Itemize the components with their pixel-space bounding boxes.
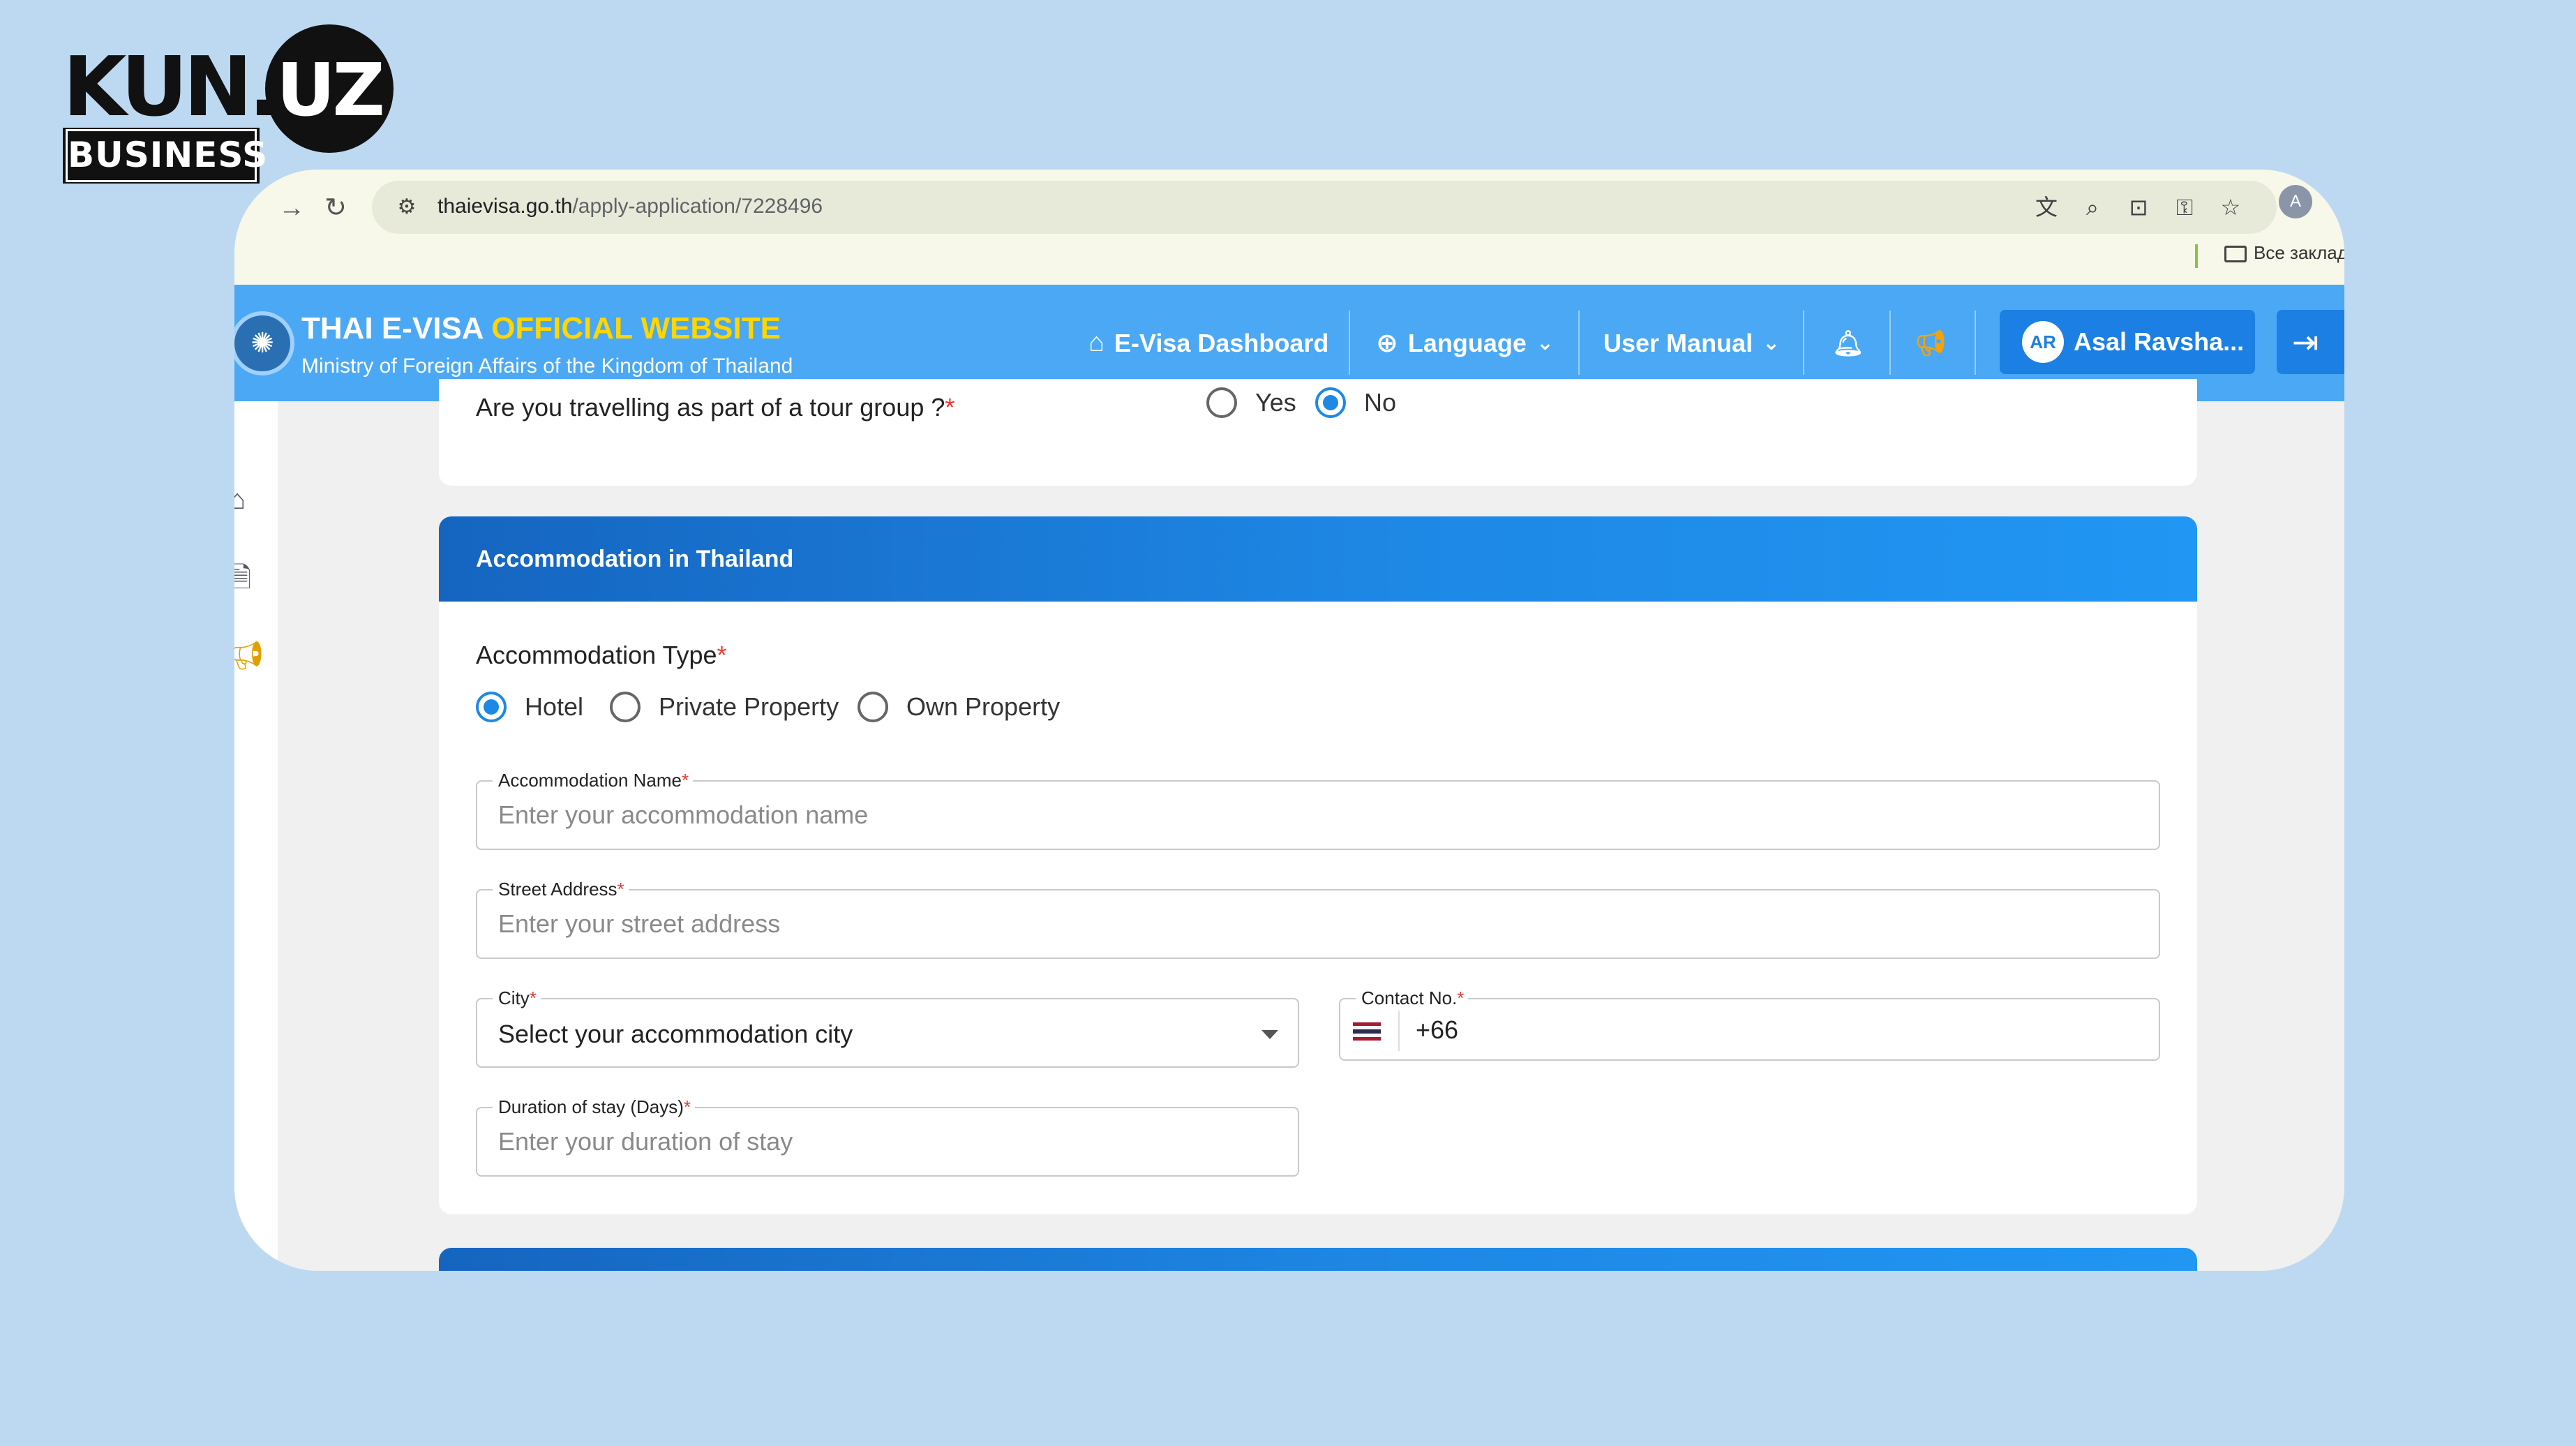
city-select[interactable]: City* Select your accommodation city (476, 987, 1299, 1068)
globe-icon: ⊕ (1376, 329, 1398, 358)
duration-of-stay-field[interactable]: Duration of stay (Days)* (476, 1096, 1299, 1177)
translate-icon[interactable]: 文 (2028, 189, 2065, 225)
install-app-icon[interactable]: ⊡ (2120, 189, 2157, 225)
accommodation-section-title: Accommodation in Thailand (476, 546, 794, 572)
site-info-icon[interactable]: ⚙ (387, 188, 426, 227)
home-icon: ⌂ (1088, 328, 1104, 357)
zoom-icon[interactable]: ⌕ (2074, 189, 2111, 225)
type-hotel-radio[interactable]: Hotel (476, 692, 583, 722)
browser-window: → ↻ ⚙ thaievisa.go.th/apply-application/… (234, 170, 2344, 1271)
duration-of-stay-input[interactable] (498, 1108, 1277, 1175)
chevron-down-icon: ⌄ (1536, 331, 1554, 355)
accommodation-name-input[interactable] (498, 782, 2138, 849)
street-address-input[interactable] (498, 890, 2138, 957)
logout-icon[interactable]: ⇥ (2277, 310, 2344, 374)
city-select-value: Select your accommodation city (498, 1020, 853, 1048)
tour-yes-radio[interactable]: Yes (1206, 387, 1296, 418)
profile-avatar[interactable]: A (2279, 185, 2312, 218)
reload-icon[interactable]: ↻ (315, 187, 357, 229)
bookmarks-folder[interactable]: Все заклад (2196, 242, 2344, 264)
megaphone-icon[interactable]: 📢︎ (234, 639, 264, 673)
type-own-property-radio[interactable]: Own Property (858, 692, 1060, 722)
dropdown-arrow-icon (1261, 1030, 1278, 1039)
garuda-emblem-icon: ✺ (234, 311, 294, 375)
forward-icon[interactable]: → (271, 187, 313, 229)
accommodation-type-label: Accommodation Type* (476, 641, 727, 669)
tour-group-question: Are you travelling as part of a tour gro… (476, 393, 955, 422)
next-section-header (439, 1248, 2197, 1271)
address-bar[interactable]: ⚙ thaievisa.go.th/apply-application/7228… (372, 181, 2277, 234)
kun-uz-logo: KUN. UZ BUSINESS (63, 24, 398, 184)
tour-no-radio[interactable]: No (1315, 387, 1396, 418)
phone-prefix: +66 (1416, 1015, 1459, 1044)
bookmark-star-icon[interactable]: ☆ (2212, 189, 2249, 225)
home-icon[interactable]: ⌂ (234, 482, 264, 517)
accommodation-card-header: Accommodation in Thailand (439, 516, 2197, 602)
password-key-icon[interactable]: ⚿ (2166, 189, 2203, 225)
tour-group-card: Are you travelling as part of a tour gro… (439, 379, 2197, 486)
chevron-down-icon: ⌄ (1762, 331, 1781, 355)
user-avatar: AR (2022, 321, 2064, 363)
document-icon[interactable]: 🗎︎ (234, 560, 264, 595)
accommodation-card: Accommodation in Thailand Accommodation … (439, 516, 2197, 1214)
street-address-field[interactable]: Street Address* (476, 878, 2160, 959)
site-title[interactable]: THAI E-VISA OFFICIAL WEBSITE (301, 311, 781, 346)
browser-toolbar: → ↻ ⚙ thaievisa.go.th/apply-application/… (234, 170, 2344, 285)
type-private-property-radio[interactable]: Private Property (610, 692, 839, 722)
folder-icon (2224, 246, 2247, 263)
thailand-flag-icon[interactable] (1353, 1022, 1381, 1041)
side-rail: ⌂ 🗎︎ 📢︎ (234, 401, 278, 1271)
url-text[interactable]: thaievisa.go.th/apply-application/722849… (437, 195, 823, 218)
contact-number-field[interactable]: Contact No.* +66 (1339, 987, 2160, 1061)
user-menu-button[interactable]: AR Asal Ravsha... (2000, 310, 2255, 374)
logo-kun-text: KUN. (63, 38, 280, 135)
accommodation-name-field[interactable]: Accommodation Name* (476, 769, 2160, 850)
site-subtitle: Ministry of Foreign Affairs of the Kingd… (301, 355, 793, 378)
logo-business-badge: BUSINESS (63, 128, 267, 184)
logo-uz-text: UZ (276, 47, 385, 133)
